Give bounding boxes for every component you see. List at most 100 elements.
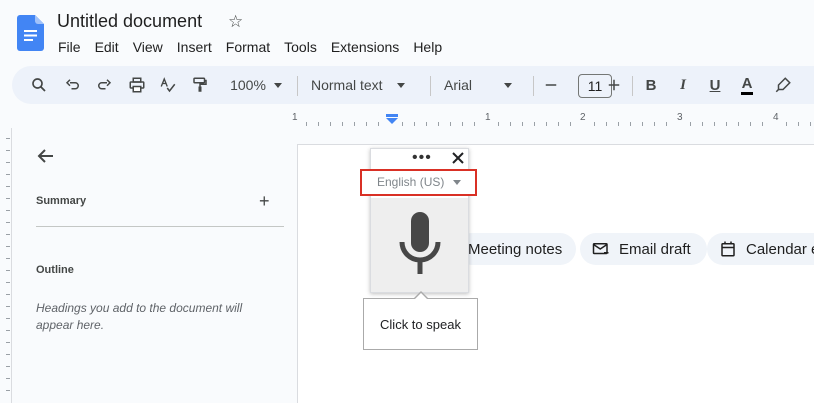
click-to-speak-tooltip: Click to speak	[363, 298, 478, 350]
ruler-number: 1	[485, 112, 491, 123]
menu-extensions[interactable]: Extensions	[324, 37, 406, 57]
undo-button[interactable]	[62, 66, 84, 104]
style-value: Normal text	[311, 77, 383, 93]
ruler-tick	[6, 138, 10, 139]
ruler-tick	[402, 122, 403, 126]
font-select[interactable]: Arial	[444, 66, 524, 104]
toolbar-divider	[430, 76, 431, 96]
paint-format-button[interactable]	[189, 66, 211, 104]
ruler-tick	[6, 186, 10, 187]
print-button[interactable]	[126, 66, 148, 104]
italic-button[interactable]: I	[672, 66, 694, 104]
increase-font-size-button[interactable]	[604, 66, 624, 104]
ruler-tick	[738, 122, 739, 126]
spellcheck-button[interactable]	[157, 66, 179, 104]
summary-heading: Summary	[36, 195, 87, 207]
ruler-tick	[6, 282, 10, 283]
redo-button[interactable]	[93, 66, 115, 104]
menu-format[interactable]: Format	[219, 37, 277, 57]
ruler-tick	[666, 122, 667, 126]
ruler-tick	[702, 122, 703, 126]
calendar-event-chip[interactable]: Calendar e	[707, 233, 814, 265]
ruler-tick	[378, 122, 379, 126]
menu-bar: File Edit View Insert Format Tools Exten…	[51, 37, 449, 57]
ruler-tick	[810, 122, 811, 126]
ruler-tick	[6, 234, 10, 235]
ruler-tick	[426, 122, 427, 126]
email-draft-chip[interactable]: Email draft	[580, 233, 707, 265]
ruler-tick	[318, 122, 319, 126]
ruler-tick	[6, 366, 10, 367]
tooltip-arrow-fill	[414, 293, 428, 300]
ruler-tick	[6, 150, 10, 151]
bold-button[interactable]: B	[640, 66, 662, 104]
add-summary-button[interactable]: +	[259, 192, 270, 210]
ruler-tick	[522, 122, 523, 126]
font-value: Arial	[444, 77, 473, 93]
ruler-tick	[726, 122, 727, 126]
menu-help[interactable]: Help	[406, 37, 449, 57]
indent-marker-icon[interactable]	[386, 114, 398, 124]
zoom-value: 100%	[230, 77, 266, 93]
microphone-icon	[399, 212, 441, 274]
back-arrow-icon[interactable]	[36, 146, 56, 166]
more-options-icon[interactable]: •••	[412, 150, 432, 166]
text-color-button[interactable]: A	[736, 66, 758, 104]
ruler-tick	[498, 122, 499, 126]
ruler-tick	[618, 122, 619, 126]
paint-format-icon	[193, 77, 207, 92]
docs-logo-icon[interactable]	[17, 15, 44, 51]
ruler-tick	[354, 122, 355, 126]
ruler-tick	[414, 122, 415, 126]
search-icon	[32, 78, 46, 92]
ruler-tick	[6, 246, 10, 247]
ruler-tick	[342, 122, 343, 126]
redo-icon	[98, 79, 112, 90]
menu-view[interactable]: View	[126, 37, 170, 57]
ruler-tick	[6, 318, 10, 319]
spellcheck-icon	[160, 77, 176, 93]
chevron-down-icon	[273, 82, 282, 88]
styles-select[interactable]: Normal text	[311, 66, 421, 104]
highlighter-pen-icon	[775, 77, 791, 93]
toolbar-divider	[297, 76, 298, 96]
ruler-tick	[6, 222, 10, 223]
ruler-tick	[594, 122, 595, 126]
star-icon[interactable]: ☆	[228, 12, 243, 32]
menu-insert[interactable]: Insert	[170, 37, 219, 57]
ruler-tick	[570, 122, 571, 126]
menu-file[interactable]: File	[51, 37, 88, 57]
ruler-tick	[642, 122, 643, 126]
menu-tools[interactable]: Tools	[277, 37, 324, 57]
underline-button[interactable]: U	[704, 66, 726, 104]
minus-icon	[545, 84, 557, 86]
ruler-tick	[6, 306, 10, 307]
ruler-tick	[6, 342, 10, 343]
italic-label: I	[680, 76, 686, 93]
ruler-tick	[6, 198, 10, 199]
email-draft-icon	[592, 243, 609, 255]
ruler-tick	[606, 122, 607, 126]
undo-icon	[65, 79, 79, 90]
ruler-tick	[474, 122, 475, 126]
ruler-tick	[714, 122, 715, 126]
zoom-select[interactable]: 100%	[224, 66, 288, 104]
decrease-font-size-button[interactable]	[541, 66, 561, 104]
ruler-number: 2	[580, 112, 586, 123]
print-icon	[129, 77, 145, 93]
ruler-tick	[6, 270, 10, 271]
ruler-tick	[330, 122, 331, 126]
search-menus-button[interactable]	[28, 66, 50, 104]
google-docs-window: Untitled document ☆ File Edit View Inser…	[0, 0, 814, 403]
ruler-tick	[630, 122, 631, 126]
ruler-tick	[306, 122, 307, 126]
vertical-ruler	[0, 128, 12, 403]
highlight-color-button[interactable]	[772, 66, 794, 104]
close-icon[interactable]	[451, 151, 465, 165]
document-title[interactable]: Untitled document	[57, 11, 202, 32]
text-color-label: A	[740, 75, 754, 95]
outline-heading: Outline	[36, 264, 74, 276]
ruler-tick	[6, 258, 10, 259]
menu-edit[interactable]: Edit	[88, 37, 126, 57]
meeting-notes-chip[interactable]: Meeting notes	[456, 233, 577, 265]
